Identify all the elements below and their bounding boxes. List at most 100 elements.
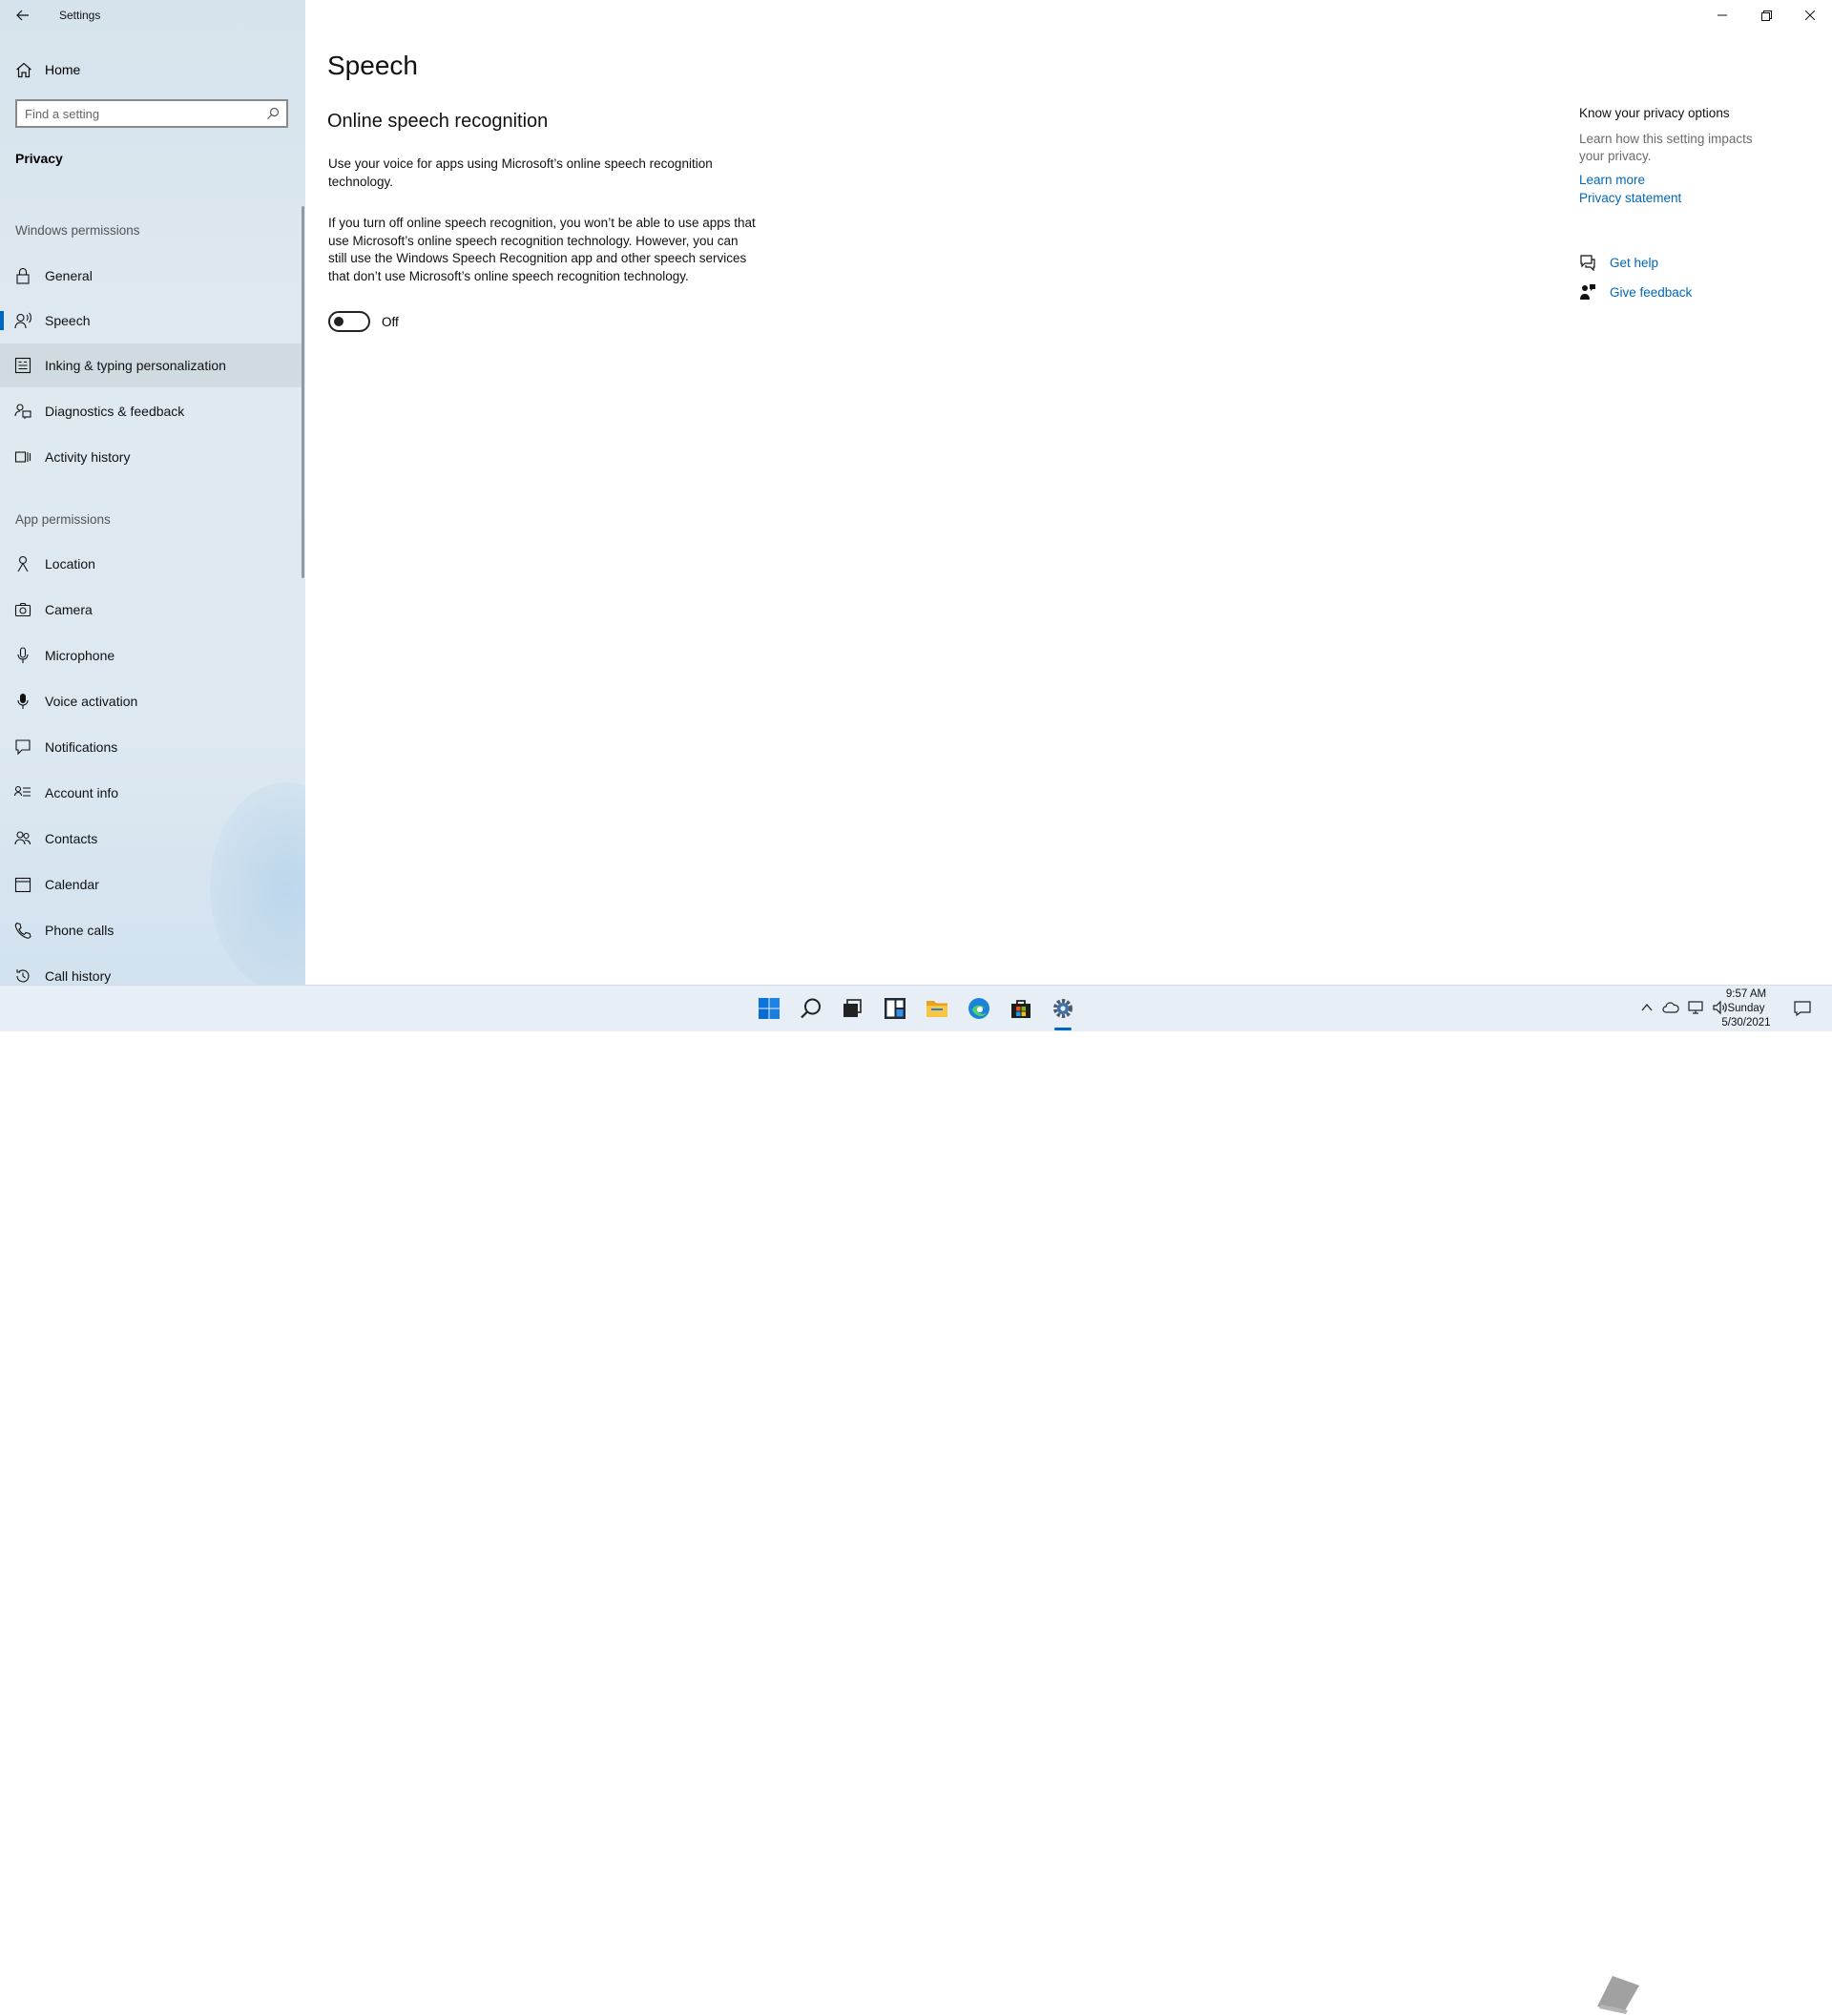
sidebar-item-voice-activation[interactable]: Voice activation [0,679,302,723]
sidebar-item-label: Notifications [45,739,118,755]
sidebar-item-calendar[interactable]: Calendar [0,863,302,906]
chevron-up-icon[interactable] [1641,1003,1653,1012]
notification-icon [1794,1001,1811,1017]
close-icon [1805,10,1815,20]
sidebar-item-call-history[interactable]: Call history [0,954,302,985]
notification-center-button[interactable] [1794,1001,1811,1021]
get-help-label: Get help [1610,255,1659,270]
sidebar-item-speech[interactable]: Speech [0,299,302,343]
settings-taskbar-button[interactable] [1048,993,1078,1024]
start-icon [759,998,780,1019]
watermark [1592,1968,1821,2016]
book-watermark-icon [1597,1976,1639,2014]
sidebar-item-label: Speech [45,313,91,328]
sidebar-item-diagnostics[interactable]: Diagnostics & feedback [0,389,302,433]
speech-recognition-toggle-row: Off [328,311,399,332]
sidebar-item-label: Location [45,556,95,572]
search-box[interactable] [15,99,288,128]
home-icon [15,62,32,83]
file-explorer-icon [926,1001,947,1017]
search-icon [801,998,821,1019]
phone-calls-icon [14,922,31,939]
group-header-windows-permissions: Windows permissions [15,223,140,238]
clock-time: 9:57 AM [1725,988,1767,1000]
give-feedback-label: Give feedback [1610,284,1693,300]
store-button[interactable] [1006,993,1036,1024]
file-explorer-button[interactable] [922,993,952,1024]
sidebar-item-label: Diagnostics & feedback [45,404,185,419]
widgets-icon [885,998,906,1019]
sidebar-item-location[interactable]: Location [0,542,302,586]
close-button[interactable] [1788,0,1832,31]
restore-button[interactable] [1744,0,1788,31]
sidebar-item-activity-history[interactable]: Activity history [0,435,302,479]
diagnostics-icon [14,403,31,420]
task-view-button[interactable] [837,993,867,1024]
sidebar-item-phone-calls[interactable]: Phone calls [0,908,302,952]
search-icon[interactable] [266,107,280,125]
sidebar-item-camera[interactable]: Camera [0,588,302,632]
sidebar-item-label: Activity history [45,449,131,465]
sidebar-item-notifications[interactable]: Notifications [0,725,302,769]
sidebar-item-general[interactable]: General [0,254,302,298]
page-title: Speech [327,51,418,80]
get-help-icon [1580,255,1595,271]
taskbar-search-button[interactable] [796,993,826,1024]
sidebar-item-home[interactable]: Home [0,53,305,86]
inking-icon [14,357,31,374]
sidebar-item-label: Microphone [45,648,115,663]
edge-button[interactable] [964,993,994,1024]
camera-icon [14,601,31,618]
notifications-icon [14,738,31,756]
sidebar-item-contacts[interactable]: Contacts [0,817,302,861]
privacy-statement-link[interactable]: Privacy statement [1579,191,1681,205]
minimize-button[interactable] [1700,0,1744,31]
restore-icon [1760,10,1772,21]
contacts-icon [14,830,31,847]
start-button[interactable] [754,993,784,1024]
activity-history-icon [14,448,31,466]
minimize-icon [1718,14,1727,16]
speech-recognition-toggle[interactable] [328,311,370,332]
window-controls [1700,0,1832,31]
selection-indicator [0,311,4,330]
description-text: Use your voice for apps using Microsoft’… [328,156,713,189]
sidebar-item-label: Call history [45,968,112,984]
learn-more-link[interactable]: Learn more [1579,173,1645,187]
sidebar-item-label: Account info [45,785,119,800]
sidebar-item-label: Calendar [45,877,99,892]
sidebar-item-label: Camera [45,602,93,617]
settings-icon [1053,999,1072,1018]
location-icon [14,555,31,572]
microphone-icon [14,647,31,664]
clock-day: Sunday [1727,1003,1765,1014]
account-info-icon [13,784,31,801]
back-button[interactable] [10,4,36,27]
section-heading: Online speech recognition [327,111,549,132]
give-feedback-icon [1580,284,1595,300]
sidebar-item-label: Phone calls [45,923,114,938]
toggle-knob [334,317,344,326]
app-title: Settings [59,9,101,22]
sidebar-item-label: Contacts [45,831,98,846]
section-title: Privacy [15,151,63,166]
sidebar-item-inking-typing[interactable]: Inking & typing personalization [0,343,302,387]
sidebar-item-label: Inking & typing personalization [45,358,226,373]
sidebar-item-label: General [45,268,93,283]
get-help-link[interactable]: Get help [1579,254,1658,271]
network-icon[interactable] [1687,1000,1704,1015]
voice-activation-icon [14,693,31,710]
back-arrow-icon [16,10,29,21]
sidebar-item-microphone[interactable]: Microphone [0,634,302,677]
clock[interactable]: 9:57 AM Sunday 5/30/2021 [1708,987,1784,1030]
search-input[interactable] [17,106,261,121]
task-view-icon [843,999,862,1017]
widgets-button[interactable] [880,993,910,1024]
sidebar-item-account-info[interactable]: Account info [0,771,302,815]
sidebar-scrollbar[interactable] [302,206,304,578]
store-icon [1011,1000,1030,1018]
onedrive-icon[interactable] [1662,1001,1679,1014]
sidebar: Settings Home Privacy Windows permission… [0,0,305,985]
give-feedback-link[interactable]: Give feedback [1579,283,1692,301]
home-label: Home [45,62,81,77]
